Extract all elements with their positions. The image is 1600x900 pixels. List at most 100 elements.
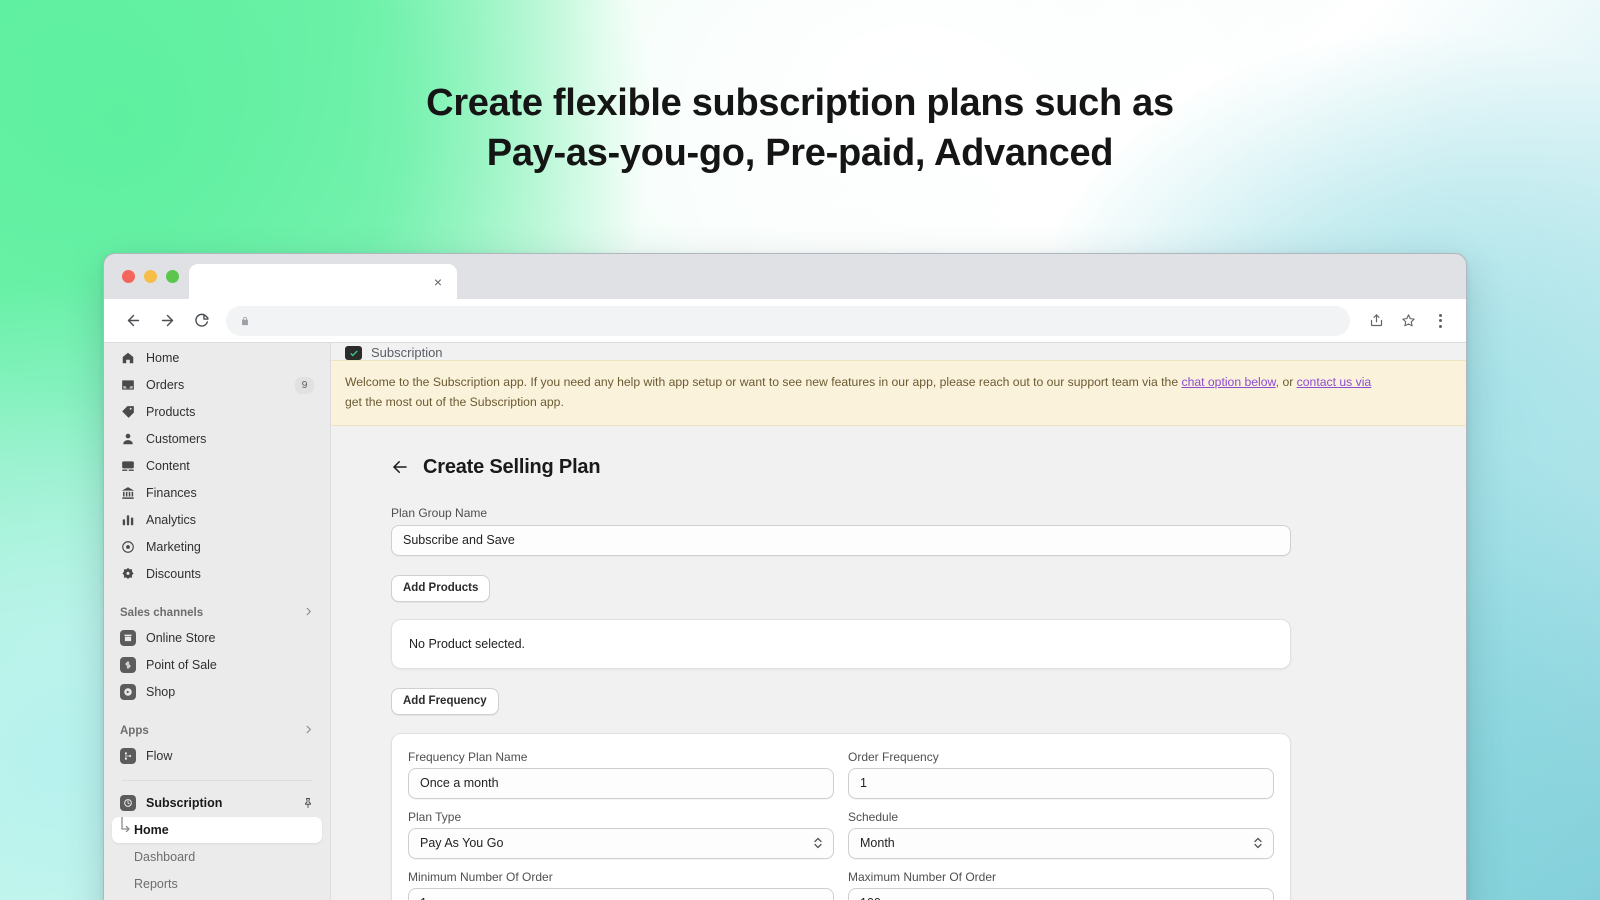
pin-icon[interactable] [302, 797, 314, 809]
sidebar-item-content[interactable]: Content [112, 453, 322, 479]
info-banner: Welcome to the Subscription app. If you … [331, 360, 1466, 426]
sidebar-item-discounts[interactable]: Discounts [112, 561, 322, 587]
shop-icon [120, 684, 136, 700]
sidebar-item-flow[interactable]: Flow [112, 743, 322, 769]
banner-text-3: get the most out of the Subscription app… [345, 394, 564, 409]
sidebar-label: Point of Sale [146, 658, 217, 672]
app-viewport: Home Orders 9 Products Customers Content… [104, 343, 1466, 900]
page-header: Create Selling Plan [391, 456, 1466, 479]
schedule-field: Schedule Month [848, 810, 1274, 859]
chevron-right-icon[interactable] [303, 724, 314, 738]
back-arrow-icon[interactable] [391, 458, 409, 476]
finances-bank-icon [120, 485, 136, 501]
minimum-number-of-order-field: Minimum Number Of Order 1 [408, 870, 834, 900]
chevron-right-icon[interactable] [303, 606, 314, 620]
tree-elbow-icon [118, 816, 132, 843]
sidebar-label: Analytics [146, 513, 197, 527]
sidebar-item-point-of-sale[interactable]: Point of Sale [112, 652, 322, 678]
minimum-number-of-order-input[interactable]: 1 [408, 887, 834, 900]
section-title: Sales channels [120, 607, 204, 619]
close-window-button[interactable] [122, 270, 135, 283]
sidebar-item-subscription[interactable]: Subscription [112, 790, 322, 816]
sidebar-subitem-home[interactable]: Home [112, 816, 322, 843]
home-icon [120, 350, 136, 366]
frequency-plan-name-input[interactable]: Once a month [408, 767, 834, 799]
sidebar-item-customers[interactable]: Customers [112, 426, 322, 452]
frequency-plan-name-label: Frequency Plan Name [408, 749, 528, 764]
sidebar-divider [122, 780, 312, 781]
sidebar-subitem-dashboard[interactable]: Dashboard [112, 844, 322, 870]
sidebar-main-nav: Home Orders 9 Products Customers Content… [104, 343, 330, 897]
customers-person-icon [120, 431, 136, 447]
contact-us-link[interactable]: contact us via [1297, 375, 1372, 389]
minimize-window-button[interactable] [144, 270, 157, 283]
add-frequency-button[interactable]: Add Frequency [391, 687, 499, 715]
maximize-window-button[interactable] [166, 270, 179, 283]
star-icon[interactable] [1394, 307, 1422, 335]
maximum-number-of-order-input[interactable]: 100 [848, 887, 1274, 900]
admin-sidebar: Home Orders 9 Products Customers Content… [104, 343, 331, 900]
sidebar-item-online-store[interactable]: Online Store [112, 625, 322, 651]
sidebar-label: Marketing [146, 540, 201, 554]
schedule-value: Month [860, 836, 895, 851]
browser-tab[interactable]: × [189, 264, 457, 299]
sidebar-item-products[interactable]: Products [112, 399, 322, 425]
close-icon[interactable]: × [429, 273, 447, 291]
chat-option-link[interactable]: chat option below [1181, 375, 1275, 389]
sidebar-item-analytics[interactable]: Analytics [112, 507, 322, 533]
reload-icon[interactable] [186, 306, 216, 336]
lock-icon [240, 315, 250, 327]
point-of-sale-icon [120, 657, 136, 673]
window-traffic-lights [118, 254, 189, 299]
products-tag-icon [120, 404, 136, 420]
browser-window: × Home Orders 9 Products Customers Conte… [103, 253, 1467, 900]
sidebar-label: Discounts [146, 567, 201, 581]
schedule-select[interactable]: Month [848, 827, 1274, 859]
headline-line-2: Pay-as-you-go, Pre-paid, Advanced [486, 132, 1114, 175]
order-frequency-input[interactable]: 1 [848, 767, 1274, 799]
share-icon[interactable] [1362, 307, 1390, 335]
schedule-label: Schedule [848, 809, 899, 824]
plan-type-select[interactable]: Pay As You Go [408, 827, 834, 859]
sidebar-item-marketing[interactable]: Marketing [112, 534, 322, 560]
headline-line-1: Create flexible subscription plans such … [426, 82, 1174, 124]
orders-count-badge: 9 [295, 376, 314, 394]
sidebar-label: Dashboard [134, 850, 196, 864]
frequency-plan-name-field: Frequency Plan Name Once a month [408, 750, 834, 799]
sidebar-section-sales-channels[interactable]: Sales channels [112, 601, 322, 625]
sidebar-label: Shop [146, 685, 176, 699]
chevron-updown-icon [813, 836, 823, 850]
orders-icon [120, 377, 136, 393]
sidebar-label: Products [146, 405, 196, 419]
plan-type-field: Plan Type Pay As You Go [408, 810, 834, 859]
plan-type-value: Pay As You Go [420, 836, 504, 851]
sidebar-label: Orders [146, 378, 185, 392]
subscription-app-icon [120, 795, 136, 811]
three-dot-menu-icon[interactable] [1426, 307, 1454, 335]
selected-products-panel: No Product selected. [391, 618, 1291, 669]
sidebar-label: Finances [146, 486, 197, 500]
sidebar-item-finances[interactable]: Finances [112, 480, 322, 506]
plan-type-label: Plan Type [408, 809, 462, 824]
back-arrow-icon[interactable] [118, 306, 148, 336]
app-title: Subscription [371, 345, 443, 360]
forward-arrow-icon[interactable] [152, 306, 182, 336]
sidebar-section-apps[interactable]: Apps [112, 719, 322, 743]
minimum-number-of-order-label: Minimum Number Of Order [408, 869, 553, 884]
sidebar-item-orders[interactable]: Orders 9 [112, 372, 322, 398]
url-bar[interactable] [226, 305, 1350, 336]
plan-group-name-label: Plan Group Name [391, 505, 488, 520]
add-products-button[interactable]: Add Products [391, 574, 491, 602]
sidebar-label: Flow [146, 749, 173, 763]
sidebar-item-shop[interactable]: Shop [112, 679, 322, 705]
subscription-app-icon [345, 346, 362, 360]
plan-group-name-input[interactable]: Subscribe and Save [391, 524, 1291, 556]
app-title-bar: Subscription [331, 343, 1466, 360]
sidebar-subitem-reports[interactable]: Reports [112, 871, 322, 897]
sidebar-item-home[interactable]: Home [112, 345, 322, 371]
plan-group-name-field: Plan Group Name Subscribe and Save [391, 506, 1466, 556]
sidebar-label: Home [146, 351, 180, 365]
promo-banner-stage: Create flexible subscription plans such … [0, 0, 1600, 900]
sidebar-label: Customers [146, 432, 207, 446]
flow-app-icon [120, 748, 136, 764]
